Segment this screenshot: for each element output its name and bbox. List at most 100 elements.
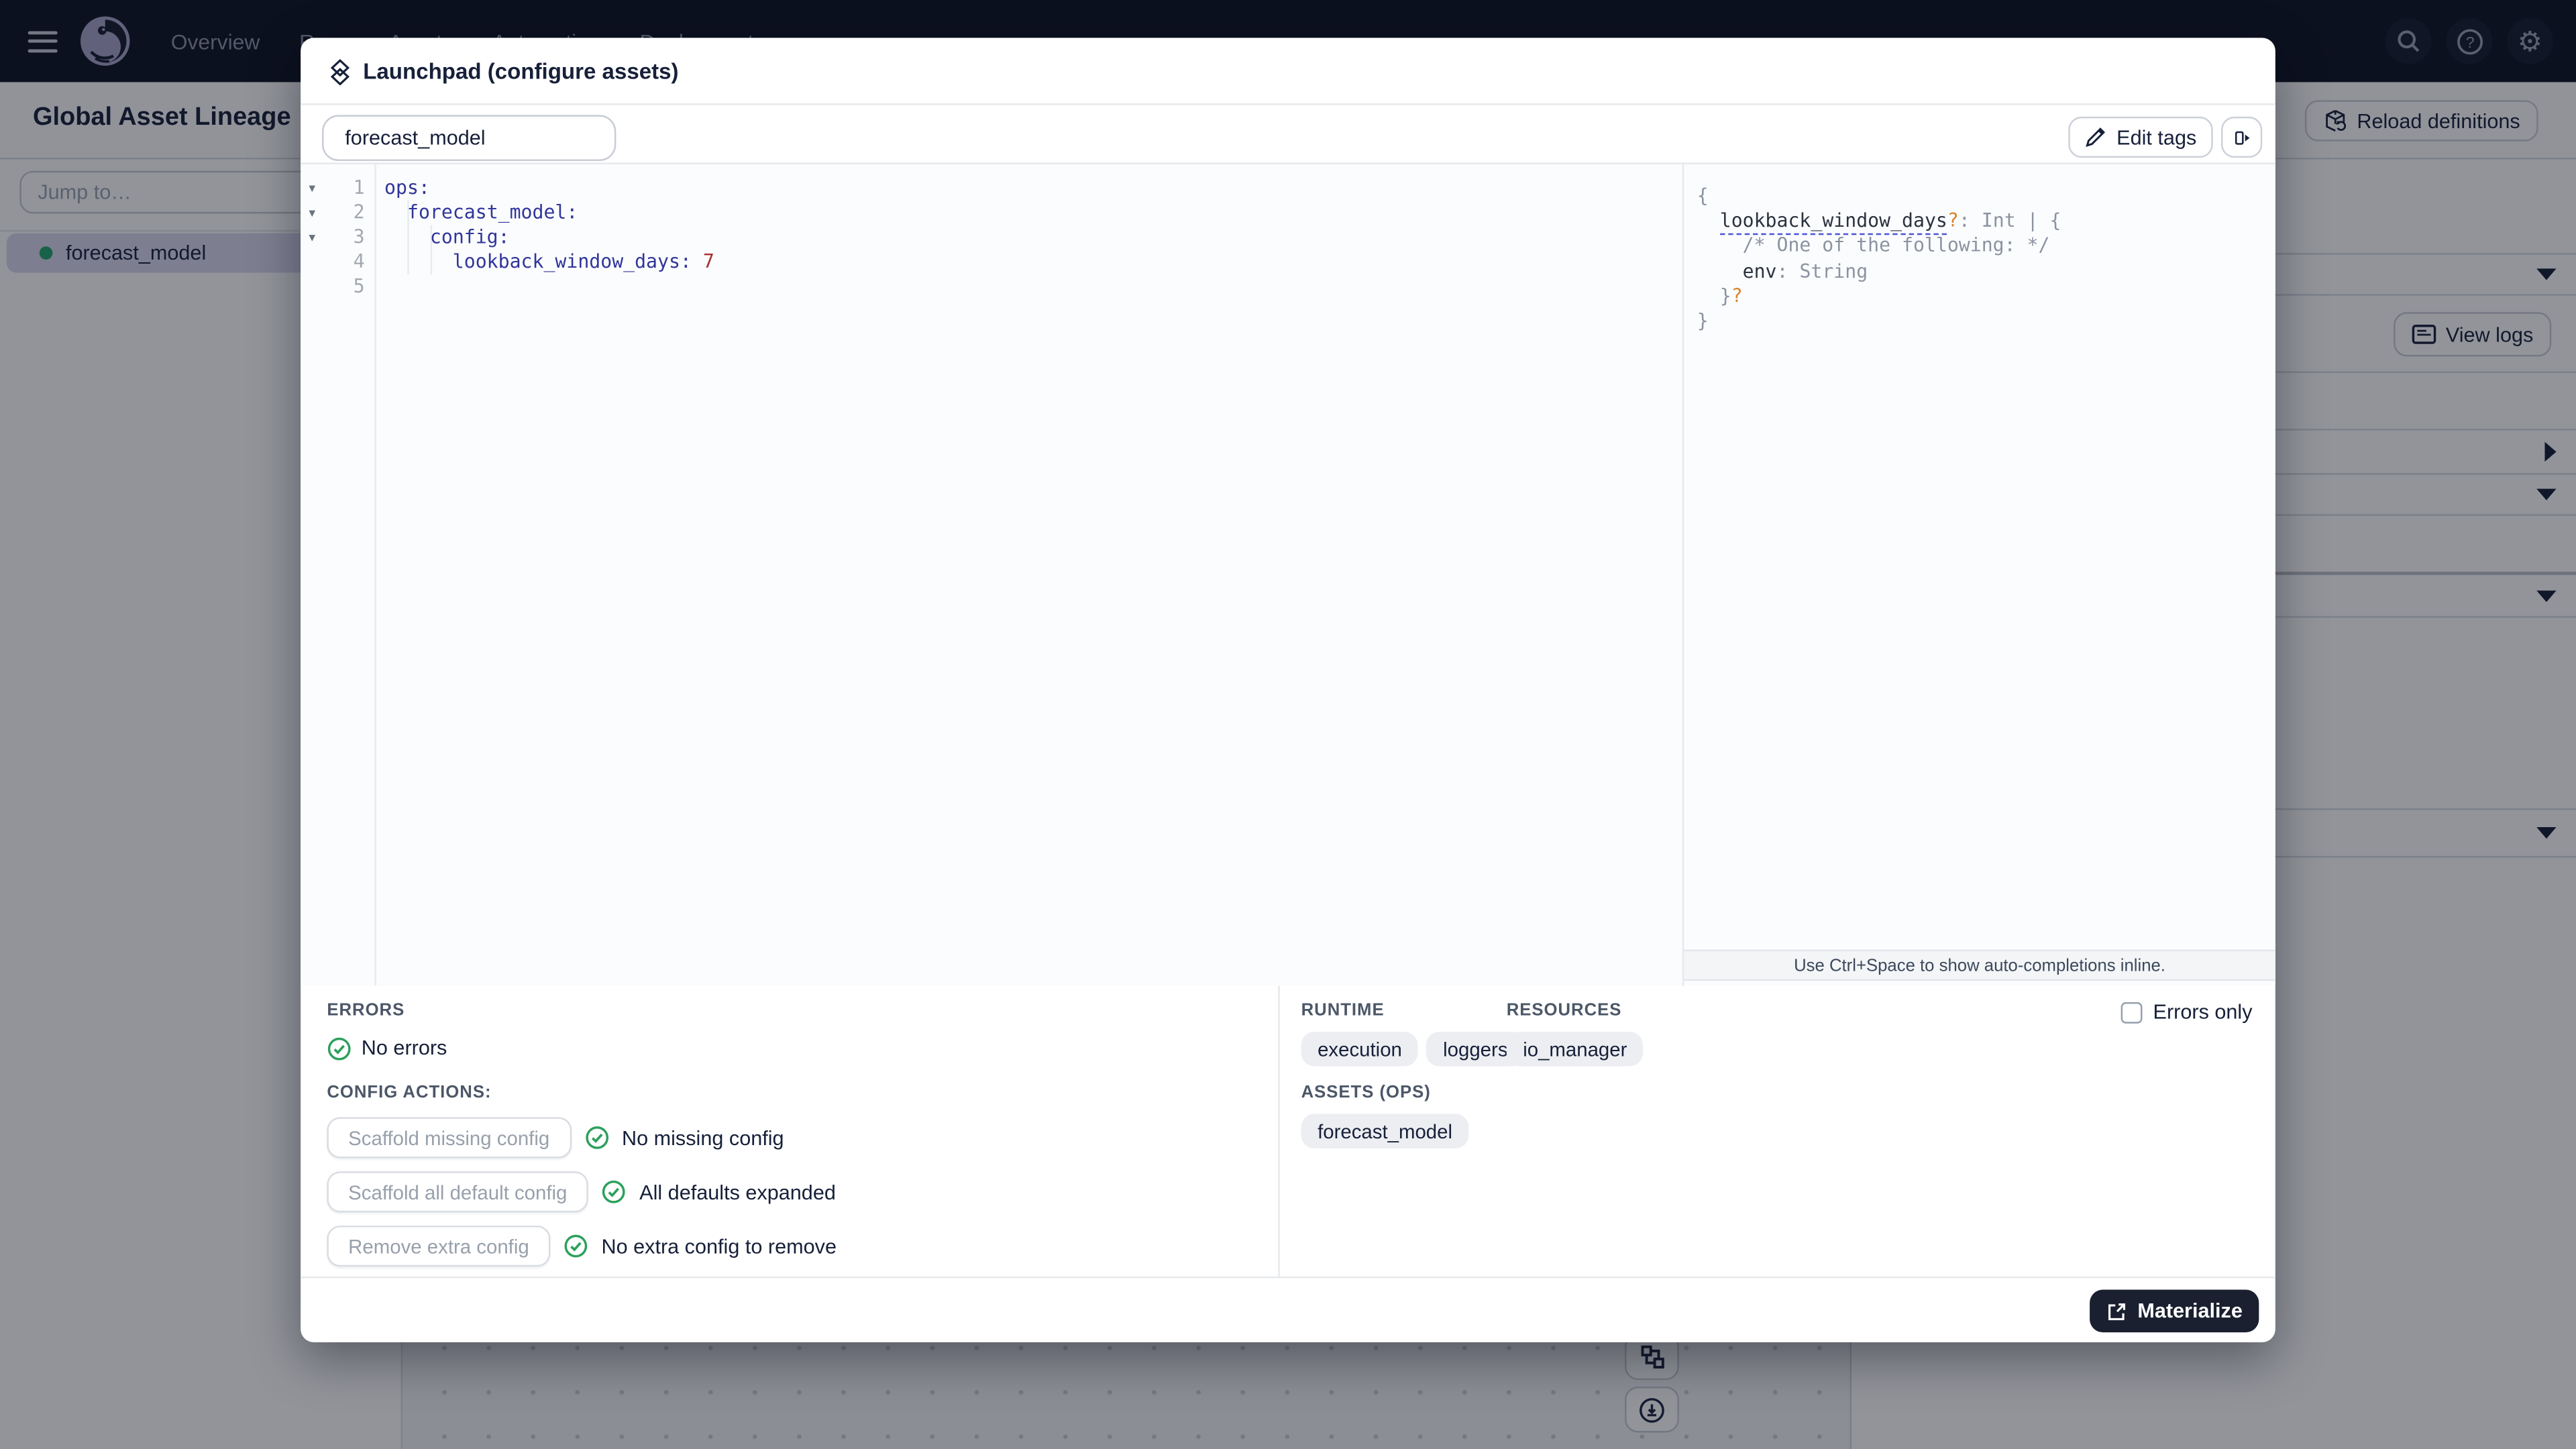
editor-code[interactable]: ops: forecast_model: config: lookback_wi… xyxy=(384,164,1682,985)
check-circle-icon xyxy=(327,1036,351,1060)
schema-token: } xyxy=(1697,309,1709,332)
errors-and-actions: ERRORS No errors CONFIG ACTIONS: Scaffol… xyxy=(301,985,1280,1277)
schema-line: env: String xyxy=(1697,259,2275,284)
code-line[interactable]: ops: xyxy=(384,176,1682,201)
pencil-icon xyxy=(2086,127,2106,147)
materialize-label: Materialize xyxy=(2137,1299,2243,1323)
config-action-button[interactable]: Remove extra config xyxy=(327,1225,551,1267)
tag-pill-row: io_manager xyxy=(1506,1031,1644,1067)
config-action-row: Remove extra config No extra config to re… xyxy=(327,1225,1278,1267)
check-circle-icon xyxy=(585,1126,608,1149)
editor-gutter: ▾ 1 ▾ 2 ▾ 3 4 5 xyxy=(301,164,376,986)
panel-expand-icon xyxy=(2235,130,2250,144)
materialize-button[interactable]: Materialize xyxy=(2090,1289,2259,1333)
launchpad-dialog: Launchpad (configure assets) forecast_mo… xyxy=(301,38,2275,1342)
code-token: forecast_model: xyxy=(407,200,578,224)
gutter-line: 5 xyxy=(301,274,374,299)
schema-token: : String xyxy=(1776,258,1868,282)
config-action-row: Scaffold missing config No missing config xyxy=(327,1117,1278,1159)
schema-line: lookback_window_days?: Int | { xyxy=(1697,209,2275,235)
schema-token xyxy=(1697,259,1743,282)
errors-only-label: Errors only xyxy=(2153,1000,2253,1024)
dialog-lower-section: ERRORS No errors CONFIG ACTIONS: Scaffol… xyxy=(301,985,2275,1277)
autocomplete-hint: Use Ctrl+Space to show auto-completions … xyxy=(1684,949,2275,981)
code-line[interactable]: config: xyxy=(384,225,1682,250)
check-circle-icon xyxy=(602,1180,626,1203)
check-icon-wrap xyxy=(584,1126,609,1150)
dialog-title: Launchpad (configure assets) xyxy=(363,59,679,84)
app-root: OverviewRunsAssetsAutomationDeployment ?… xyxy=(0,0,2576,1449)
schema-line: { xyxy=(1697,184,2275,209)
check-icon-wrap xyxy=(602,1179,627,1204)
line-number: 4 xyxy=(353,250,365,273)
schema-line: /* One of the following: */ xyxy=(1697,234,2275,259)
fold-arrow-icon[interactable]: ▾ xyxy=(301,176,323,201)
schema-line: }? xyxy=(1697,284,2275,309)
line-number: 3 xyxy=(353,225,365,248)
schema-token: : Int | { xyxy=(1958,209,2061,232)
tag-group: RESOURCES io_manager xyxy=(1506,1000,1644,1067)
dialog-footer: Materialize xyxy=(301,1276,2275,1342)
line-number: 2 xyxy=(353,200,365,224)
launchpad-icon xyxy=(330,59,350,86)
config-action-button[interactable]: Scaffold all default config xyxy=(327,1171,589,1213)
schema-token: /* One of the following: */ xyxy=(1697,233,2050,257)
run-targets: Errors only RUNTIME execution loggers RESOU… xyxy=(1280,985,2275,1276)
tag-pill: forecast_model xyxy=(1301,1114,1469,1148)
code-line[interactable]: lookback_window_days: 7 xyxy=(384,250,1682,274)
schema-panel: { lookback_window_days?: Int | { /* One … xyxy=(1682,164,2275,986)
errors-only-toggle[interactable]: Errors only xyxy=(2120,1000,2253,1024)
tag-group-label: RESOURCES xyxy=(1506,1000,1622,1020)
tag-pill: execution xyxy=(1301,1031,1419,1067)
schema-token: ? xyxy=(1731,284,1743,307)
schema-token: lookback_window_days xyxy=(1719,209,1947,235)
tag-group-label: RUNTIME xyxy=(1301,1000,1385,1020)
tag-pill: io_manager xyxy=(1506,1031,1644,1067)
schema-token: { xyxy=(1697,184,1709,207)
gutter-line: ▾ 3 xyxy=(301,225,374,250)
check-circle-icon xyxy=(564,1234,588,1258)
config-action-status: No missing config xyxy=(621,1126,784,1150)
tag-group: RUNTIME execution loggers xyxy=(1301,1000,1525,1067)
schema-token xyxy=(1697,209,1720,231)
tag-group: ASSETS (OPS) forecast_model xyxy=(1301,1083,1469,1148)
gutter-line: 4 xyxy=(301,250,374,274)
schema-token: } xyxy=(1697,284,1731,307)
config-actions: Scaffold missing config No missing config… xyxy=(327,1117,1278,1267)
edit-tags-label: Edit tags xyxy=(2116,125,2197,149)
expand-panel-button[interactable] xyxy=(2221,116,2263,158)
external-link-icon xyxy=(2108,1302,2126,1320)
dialog-tab-row: forecast_model Edit tags xyxy=(301,105,2275,164)
errors-only-checkbox[interactable] xyxy=(2120,1001,2142,1023)
gutter-line: ▾ 2 xyxy=(301,201,374,225)
fold-arrow-icon[interactable]: ▾ xyxy=(301,225,323,250)
edit-tags-button[interactable]: Edit tags xyxy=(2069,116,2213,158)
tag-pill-row: execution loggers xyxy=(1301,1031,1525,1067)
config-action-row: Scaffold all default config All defaults … xyxy=(327,1171,1278,1213)
line-number: 5 xyxy=(353,274,365,298)
dialog-header: Launchpad (configure assets) xyxy=(301,38,2275,105)
errors-status-row: No errors xyxy=(327,1035,1278,1061)
code-line[interactable] xyxy=(384,274,1682,299)
config-editor[interactable]: ▾ 1 ▾ 2 ▾ 3 4 5 ops: forecast_model: config: lo… xyxy=(301,164,1682,986)
gutter-line: ▾ 1 xyxy=(301,176,374,201)
errors-status: No errors xyxy=(361,1036,447,1060)
dialog-body: ▾ 1 ▾ 2 ▾ 3 4 5 ops: forecast_model: config: lo… xyxy=(301,164,2275,986)
config-action-button[interactable]: Scaffold missing config xyxy=(327,1117,572,1159)
config-action-status: All defaults expanded xyxy=(639,1180,836,1203)
code-token: 7 xyxy=(702,250,714,273)
fold-arrow-icon[interactable]: ▾ xyxy=(301,201,323,225)
code-token: lookback_window_days: xyxy=(452,250,692,273)
check-icon-wrap xyxy=(564,1234,588,1258)
code-token: ops: xyxy=(384,176,430,199)
schema-line: } xyxy=(1697,309,2275,333)
schema-token: env xyxy=(1742,258,1777,282)
session-tab-forecast-model[interactable]: forecast_model xyxy=(322,115,616,162)
code-line[interactable]: forecast_model: xyxy=(384,201,1682,225)
tag-group-label: ASSETS (OPS) xyxy=(1301,1082,1431,1103)
code-token: config: xyxy=(429,225,510,248)
